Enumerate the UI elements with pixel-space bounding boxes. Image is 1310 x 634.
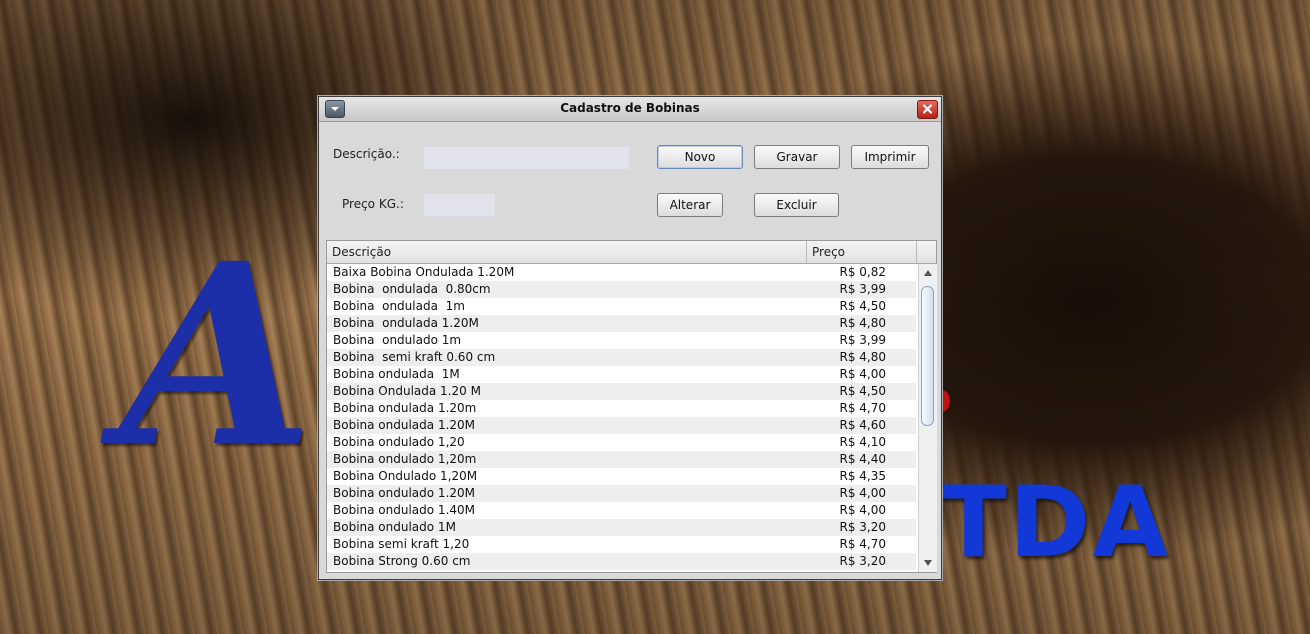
cell-descricao: Bobina ondulado 1M xyxy=(333,520,456,534)
bobinas-table: Descrição Preço Baixa Bobina Ondulada 1.… xyxy=(326,240,937,573)
cell-preco: R$ 4,40 xyxy=(839,452,886,466)
novo-button[interactable]: Novo xyxy=(657,145,743,169)
cell-descricao: Bobina ondulada 1m xyxy=(333,299,465,313)
cell-descricao: Bobina ondulada 1.20M xyxy=(333,418,476,432)
cell-preco: R$ 4,70 xyxy=(839,401,886,415)
table-row[interactable]: Bobina ondulada 1M R$ 4,00 xyxy=(327,366,916,383)
cell-preco: R$ 3,20 xyxy=(839,554,886,568)
cadastro-window: Cadastro de Bobinas Descrição.: Preço KG… xyxy=(318,96,942,580)
close-button[interactable] xyxy=(917,100,938,119)
cell-descricao: Bobina Ondulada 1.20 M xyxy=(333,384,481,398)
descricao-input[interactable] xyxy=(423,146,630,170)
table-row[interactable]: Bobina ondulada 1m R$ 4,50 xyxy=(327,298,916,315)
table-row[interactable]: Bobina ondulado 1M R$ 3,20 xyxy=(327,519,916,536)
cell-descricao: Bobina ondulado 1m xyxy=(333,333,462,347)
arrow-up-icon[interactable] xyxy=(923,268,933,278)
window-titlebar[interactable]: Cadastro de Bobinas xyxy=(319,97,941,122)
table-row[interactable]: Bobina ondulada 0.80cm R$ 3,99 xyxy=(327,281,916,298)
cell-descricao: Bobina Ondulado 1,20M xyxy=(333,469,478,483)
cell-descricao: Bobina ondulada 0.80cm xyxy=(333,282,491,296)
vertical-scrollbar[interactable] xyxy=(918,264,937,572)
cell-descricao: Bobina ondulada 1.20m xyxy=(333,401,477,415)
gravar-button[interactable]: Gravar xyxy=(754,145,840,169)
cell-descricao: Bobina semi kraft 1,20 xyxy=(333,537,470,551)
cell-preco: R$ 4,80 xyxy=(839,350,886,364)
table-row[interactable]: Bobina semi kraft 0.60 cm R$ 4,80 xyxy=(327,349,916,366)
table-row[interactable]: Bobina ondulada 1.20M R$ 4,80 xyxy=(327,315,916,332)
window-title: Cadastro de Bobinas xyxy=(560,101,700,115)
cell-descricao: Bobina ondulado 1,20 xyxy=(333,435,465,449)
table-row[interactable]: Bobina ondulado 1,20m R$ 4,40 xyxy=(327,451,916,468)
cell-preco: R$ 4,00 xyxy=(839,486,886,500)
column-header-preco[interactable]: Preço xyxy=(807,241,917,263)
table-row[interactable]: Bobina ondulado 1.20M R$ 4,00 xyxy=(327,485,916,502)
imprimir-button[interactable]: Imprimir xyxy=(851,145,929,169)
cell-descricao: Bobina ondulada 1M xyxy=(333,367,460,381)
cell-descricao: Baixa Bobina Ondulada 1.20M xyxy=(333,265,515,279)
table-row[interactable]: Bobina ondulada 1.20m R$ 4,70 xyxy=(327,400,916,417)
cell-preco: R$ 0,82 xyxy=(839,265,886,279)
cell-preco: R$ 4,35 xyxy=(839,469,886,483)
scrollbar-thumb[interactable] xyxy=(921,286,934,426)
cell-descricao: Bobina ondulado 1.40M xyxy=(333,503,476,517)
arrow-down-icon[interactable] xyxy=(923,558,933,568)
cell-preco: R$ 4,00 xyxy=(839,367,886,381)
excluir-button[interactable]: Excluir xyxy=(754,193,839,217)
cell-preco: R$ 4,60 xyxy=(839,418,886,432)
cell-preco: R$ 3,20 xyxy=(839,520,886,534)
close-icon xyxy=(922,104,933,114)
preco-input[interactable] xyxy=(423,193,496,217)
cell-preco: R$ 4,50 xyxy=(839,384,886,398)
table-row[interactable]: Baixa Bobina Ondulada 1.20M R$ 0,82 xyxy=(327,264,916,281)
alterar-button[interactable]: Alterar xyxy=(657,193,723,217)
cell-preco: R$ 4,50 xyxy=(839,299,886,313)
cell-preco: R$ 4,80 xyxy=(839,316,886,330)
table-body: Baixa Bobina Ondulada 1.20M R$ 0,82 Bobina… xyxy=(327,264,916,570)
cell-preco: R$ 3,99 xyxy=(839,282,886,296)
cell-descricao: Bobina Strong 0.60 cm xyxy=(333,554,471,568)
background-logo-text: TDA xyxy=(940,466,1171,580)
table-row[interactable]: Bobina semi kraft 1,20 R$ 4,70 xyxy=(327,536,916,553)
preco-label: Preço KG.: xyxy=(342,197,404,211)
column-header-descricao[interactable]: Descrição xyxy=(327,241,807,263)
table-row[interactable]: Bobina ondulado 1,20 R$ 4,10 xyxy=(327,434,916,451)
cell-preco: R$ 4,10 xyxy=(839,435,886,449)
table-row[interactable]: Bobina Ondulado 1,20M R$ 4,35 xyxy=(327,468,916,485)
cell-descricao: Bobina ondulada 1.20M xyxy=(333,316,479,330)
cell-descricao: Bobina semi kraft 0.60 cm xyxy=(333,350,496,364)
background-logo-letter: A xyxy=(120,208,314,502)
table-row[interactable]: Bobina Ondulada 1.20 M R$ 4,50 xyxy=(327,383,916,400)
table-row[interactable]: Bobina Strong 0.60 cm R$ 3,20 xyxy=(327,553,916,570)
cell-preco: R$ 4,00 xyxy=(839,503,886,517)
table-row[interactable]: Bobina ondulado 1.40M R$ 4,00 xyxy=(327,502,916,519)
table-header: Descrição Preço xyxy=(327,241,936,264)
descricao-label: Descrição.: xyxy=(333,147,400,161)
table-row[interactable]: Bobina ondulado 1m R$ 3,99 xyxy=(327,332,916,349)
cell-descricao: Bobina ondulado 1,20m xyxy=(333,452,477,466)
cell-descricao: Bobina ondulado 1.20M xyxy=(333,486,476,500)
cell-preco: R$ 4,70 xyxy=(839,537,886,551)
table-row[interactable]: Bobina ondulada 1.20M R$ 4,60 xyxy=(327,417,916,434)
cell-preco: R$ 3,99 xyxy=(839,333,886,347)
